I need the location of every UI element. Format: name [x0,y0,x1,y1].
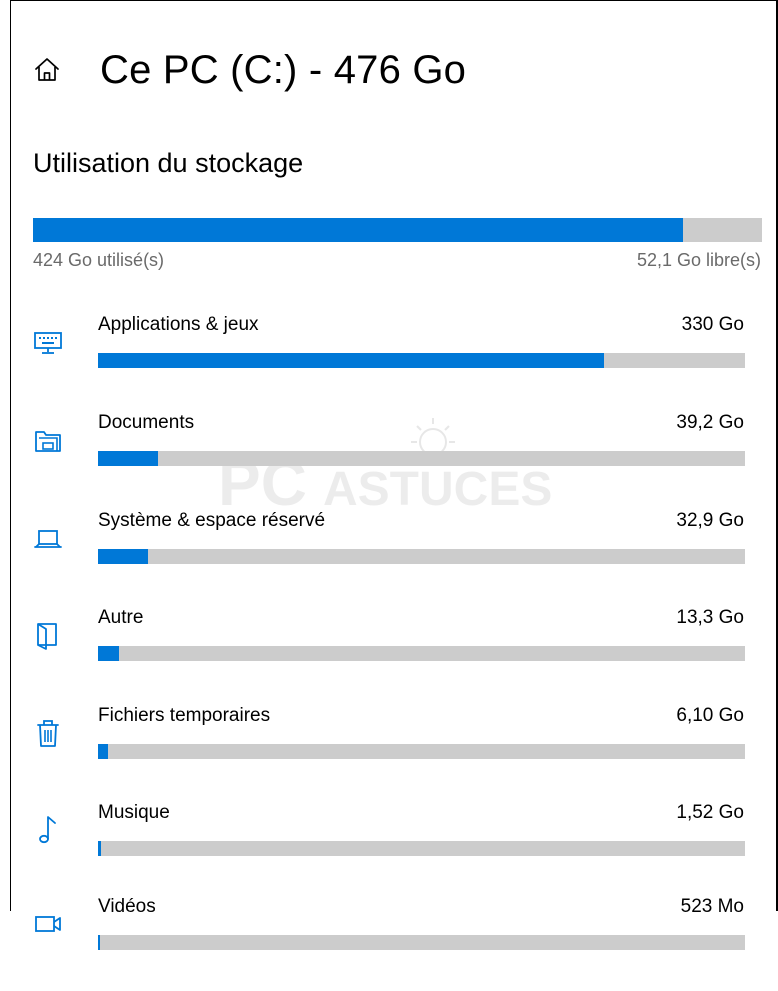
category-label: Autre [98,607,144,628]
category-row-applications[interactable]: Applications & jeux 330 Go [0,312,778,409]
folder-open-icon [37,623,57,650]
category-row-videos[interactable]: Vidéos 523 Mo [0,894,778,991]
category-usage-fill [98,646,119,661]
category-row-system[interactable]: Système & espace réservé 32,9 Go [0,508,778,605]
section-title: Utilisation du stockage [33,148,304,178]
category-usage-fill [98,549,149,564]
category-row-music[interactable]: Musique 1,52 Go [0,800,778,897]
category-row-documents[interactable]: Documents 39,2 Go [0,410,778,507]
keyboard-monitor-icon [34,332,62,354]
laptop-icon [34,530,62,548]
category-usage-fill [98,744,108,759]
used-space-label: 424 Go utilisé(s) [33,250,165,270]
category-usage-bar [98,646,745,661]
category-size: 39,2 Go [676,412,744,433]
category-usage-fill [98,451,159,466]
category-usage-bar [98,353,745,368]
category-size: 523 Mo [680,896,744,917]
category-row-other[interactable]: Autre 13,3 Go [0,605,778,702]
category-usage-fill [98,353,604,368]
category-label: Documents [98,412,195,433]
folder-icon [35,431,61,452]
total-usage-bar [33,218,762,242]
page-title: Ce PC (C:) - 476 Go [100,47,467,92]
music-note-icon [39,816,56,844]
page-header: Ce PC (C:) - 476 Go [32,40,466,100]
category-usage-bar [98,935,745,950]
category-size: 13,3 Go [676,607,744,628]
category-size: 32,9 Go [676,510,744,531]
category-row-temporary-files[interactable]: Fichiers temporaires 6,10 Go [0,703,778,800]
category-label: Vidéos [98,896,156,917]
category-usage-bar [98,549,745,564]
category-usage-bar [98,451,745,466]
category-size: 6,10 Go [676,705,744,726]
category-label: Système & espace réservé [98,510,326,531]
category-usage-bar [98,744,745,759]
trash-icon [37,720,59,747]
home-icon[interactable] [32,55,62,85]
category-usage-fill [98,841,101,856]
video-icon [35,916,61,932]
category-size: 1,52 Go [676,802,744,823]
category-label: Fichiers temporaires [98,705,271,726]
window-border-top [10,0,778,1]
total-usage-fill [33,218,683,242]
category-size: 330 Go [681,314,744,335]
category-label: Musique [98,802,170,823]
category-label: Applications & jeux [98,314,259,335]
free-space-label: 52,1 Go libre(s) [636,250,761,270]
category-usage-bar [98,841,745,856]
category-usage-fill [98,935,100,950]
